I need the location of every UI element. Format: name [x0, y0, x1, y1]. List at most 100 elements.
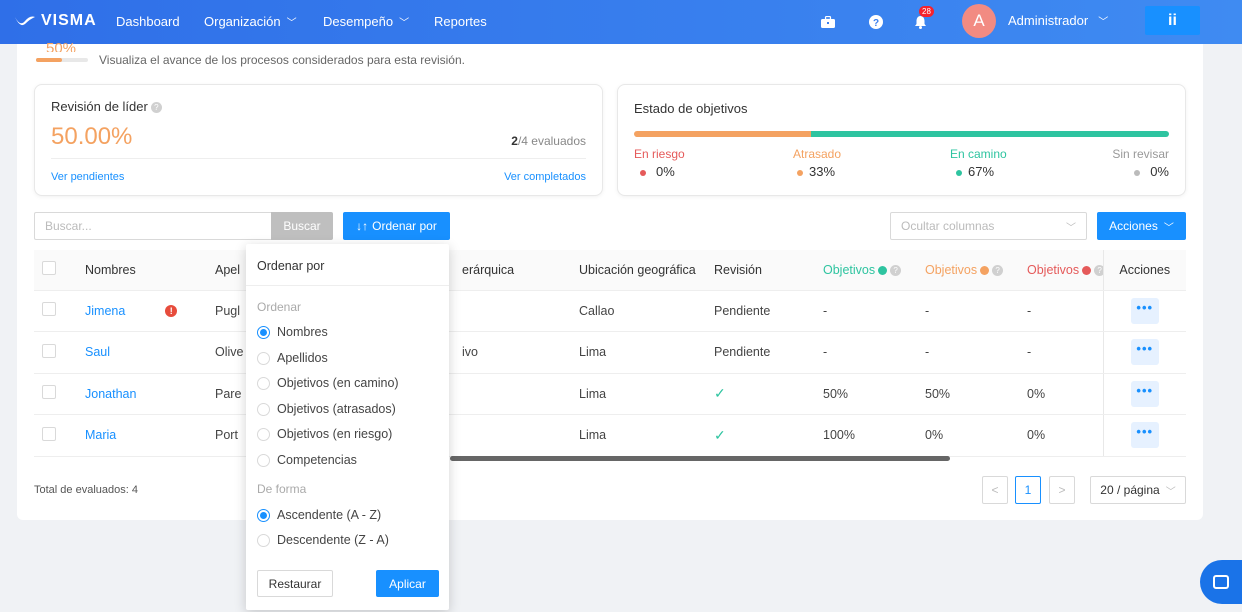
question-icon[interactable]: ?	[890, 264, 902, 276]
status-dot	[878, 265, 888, 275]
status-bar-segment	[810, 131, 1169, 137]
nav-dashboard[interactable]: Dashboard	[116, 14, 180, 29]
briefcase-icon[interactable]	[818, 12, 838, 32]
page-1-button[interactable]: 1	[1015, 476, 1041, 504]
chevron-down-icon: ﹀	[1163, 222, 1174, 234]
next-page-button[interactable]: >	[1049, 476, 1075, 504]
question-icon[interactable]: ?	[150, 102, 162, 114]
employee-name-link[interactable]: Maria	[85, 428, 116, 442]
radio[interactable]	[257, 402, 270, 416]
radio[interactable]	[257, 453, 270, 467]
nav-desempeno[interactable]: Desempeño ﹀	[323, 14, 409, 29]
status-dot	[1134, 169, 1141, 176]
radio-selected[interactable]	[257, 325, 270, 339]
visma-logo[interactable]: VISMA	[14, 12, 97, 30]
visma-swoosh-icon	[15, 16, 35, 26]
sort-option-obj-en-riesgo[interactable]: Objetivos (en riesgo)	[257, 427, 392, 441]
help-icon[interactable]: ?	[866, 12, 886, 32]
stat-value: 67%	[968, 164, 995, 179]
row-actions-button[interactable]: •••	[1130, 339, 1159, 366]
actions-button[interactable]: Acciones ﹀	[1097, 212, 1186, 240]
row-checkbox[interactable]	[42, 343, 56, 358]
employee-name-link[interactable]: Jimena	[85, 304, 125, 318]
sort-option-competencias[interactable]: Competencias	[257, 453, 357, 467]
sort-option-ascendente[interactable]: Ascendente (A - Z)	[257, 508, 381, 522]
stat-atrasado: Atrasado 33%	[793, 147, 841, 179]
col-header-ubicacion[interactable]: Ubicación geográfica	[571, 250, 706, 291]
col-header-objetivos-en-camino[interactable]: Objetivos?	[815, 250, 917, 291]
sort-option-obj-en-camino[interactable]: Objetivos (en camino)	[257, 376, 399, 390]
objectives-status-card: Estado de objetivos En riesgo 0% Atrasad…	[617, 84, 1186, 196]
row-checkbox[interactable]	[42, 426, 56, 441]
sort-button-label: Ordenar por	[372, 219, 437, 233]
radio[interactable]	[257, 533, 270, 547]
search-input[interactable]: Buscar...	[34, 212, 271, 240]
sort-option-nombres[interactable]: Nombres	[257, 325, 328, 339]
employee-name-link[interactable]: Jonathan	[85, 387, 136, 401]
col-header-objetivos-atrasados[interactable]: Objetivos?	[917, 250, 1019, 291]
page-size-select[interactable]: 20 / página ﹀	[1090, 476, 1186, 504]
nav-organizacion[interactable]: Organización ﹀	[204, 14, 297, 29]
nav-reportes[interactable]: Reportes	[434, 14, 487, 29]
col-header-revision[interactable]: Revisión	[706, 250, 815, 291]
col-header-objetivos-en-riesgo[interactable]: Objetivos?	[1019, 250, 1103, 291]
stat-en-camino: En camino 67%	[950, 147, 1007, 179]
table-row: Jonathan Pare Lima ✓ 50% 50% 0% •••	[34, 373, 1186, 415]
reset-button[interactable]: Restaurar	[257, 570, 333, 597]
employee-name-link[interactable]: Saul	[85, 345, 110, 359]
overall-progress-fill	[36, 58, 62, 62]
radio[interactable]	[257, 376, 270, 390]
objectives-status-title: Estado de objetivos	[634, 101, 748, 116]
sort-option-obj-atrasados[interactable]: Objetivos (atrasados)	[257, 402, 396, 416]
user-name: Administrador	[1008, 13, 1089, 28]
row-actions-button[interactable]: •••	[1130, 422, 1159, 449]
chevron-down-icon: ﹀	[1165, 486, 1176, 498]
view-completed-link[interactable]: Ver completados	[504, 171, 586, 183]
col-header-nombres[interactable]: Nombres	[77, 250, 207, 291]
option-label: Competencias	[277, 453, 357, 467]
row-checkbox[interactable]	[42, 385, 56, 400]
prev-page-button[interactable]: <	[982, 476, 1008, 504]
question-icon[interactable]: ?	[992, 264, 1004, 276]
select-all-checkbox[interactable]	[42, 261, 56, 276]
ubicacion-cell: Callao	[571, 290, 706, 332]
sort-button[interactable]: ↓↑ Ordenar por	[343, 212, 450, 240]
radio[interactable]	[257, 427, 270, 441]
row-checkbox[interactable]	[42, 302, 56, 317]
row-actions-button[interactable]: •••	[1130, 297, 1159, 324]
radio[interactable]	[257, 351, 270, 365]
acciones-cell: •••	[1102, 373, 1186, 415]
stat-label: En camino	[950, 147, 1007, 161]
revision-cell: ✓	[706, 373, 815, 415]
col-header-jerarquica[interactable]: erárquica	[454, 250, 571, 291]
evaluations-table: Nombres Apel erárquica Ubicación geográf…	[34, 250, 1186, 457]
app-switcher-button[interactable]: ii	[1145, 6, 1200, 35]
chevron-down-icon: ﹀	[399, 18, 410, 29]
option-label: Ascendente (A - Z)	[277, 508, 382, 522]
sort-option-apellidos[interactable]: Apellidos	[257, 351, 328, 365]
search-button[interactable]: Buscar	[271, 212, 333, 240]
horizontal-scrollbar[interactable]	[450, 456, 950, 461]
hide-columns-select[interactable]: Ocultar columnas ﹀	[890, 212, 1087, 240]
warning-icon[interactable]: !	[165, 305, 178, 318]
status-dot	[797, 169, 803, 176]
view-pending-link[interactable]: Ver pendientes	[51, 171, 124, 183]
apply-button[interactable]: Aplicar	[376, 570, 439, 597]
nav-reportes-label: Reportes	[434, 14, 487, 29]
jerarquica-cell: ivo	[454, 331, 571, 374]
chat-launcher-button[interactable]	[1200, 560, 1242, 604]
row-select-cell	[34, 331, 77, 374]
radio-selected[interactable]	[257, 508, 270, 522]
user-menu[interactable]: Administrador ﹀	[1008, 13, 1108, 28]
avatar[interactable]: A	[962, 4, 996, 38]
leader-review-value: 50.00%	[51, 123, 133, 150]
nav-desempeno-label: Desempeño	[323, 14, 394, 29]
obj-atrasados-cell: 50%	[917, 373, 1019, 415]
sort-dropdown: Ordenar por Ordenar Nombres Apellidos Ob…	[246, 244, 449, 610]
stat-value-row: 33%	[793, 164, 841, 179]
nav-organizacion-label: Organización	[204, 14, 281, 29]
table-row: Jimena! Pugl Callao Pendiente - - - •••	[34, 290, 1186, 332]
question-icon[interactable]: ?	[1094, 264, 1103, 276]
sort-option-descendente[interactable]: Descendente (Z - A)	[257, 533, 389, 547]
row-actions-button[interactable]: •••	[1130, 380, 1159, 407]
